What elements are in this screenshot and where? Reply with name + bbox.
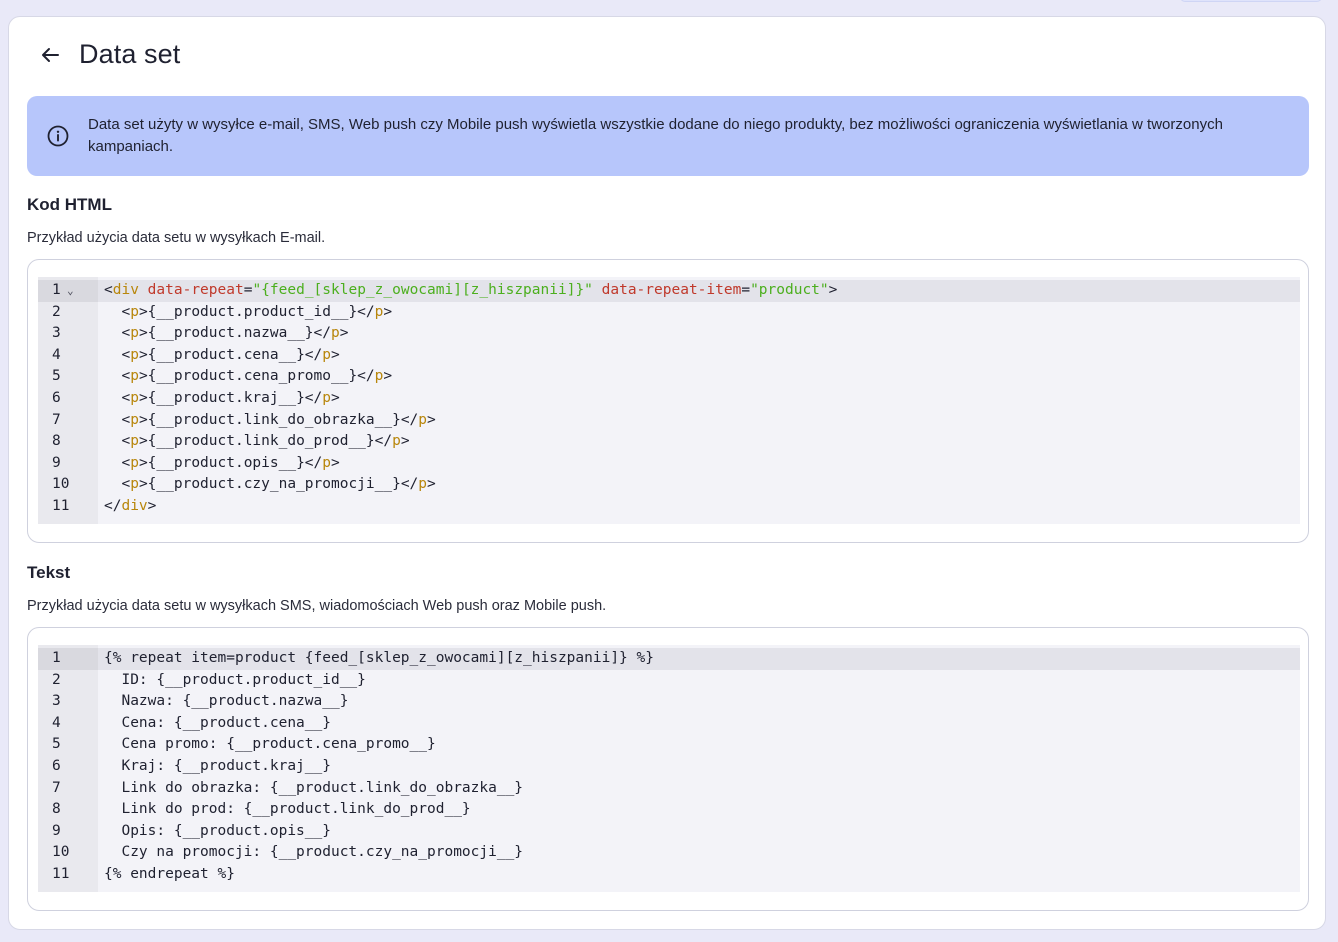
info-alert: Data set użyty w wysyłce e-mail, SMS, We… (27, 96, 1309, 176)
line-number: 1 (38, 648, 98, 670)
code-line[interactable]: {% repeat item=product {feed_[sklep_z_ow… (98, 648, 1300, 670)
line-number: 9 (52, 454, 61, 471)
html-section-description: Przykład użycia data setu w wysyłkach E-… (27, 230, 326, 246)
line-number: 6 (52, 389, 61, 406)
code-line[interactable]: Czy na promocji: {__product.czy_na_promo… (98, 842, 1300, 864)
code-line[interactable]: <p>{__product.cena__}</p> (98, 345, 1300, 367)
line-number: 1 ⌄ (38, 280, 98, 302)
line-number: 2 (52, 303, 61, 320)
line-number: 10 (52, 476, 70, 493)
line-number: 9 (52, 822, 61, 839)
code-line[interactable]: Nazwa: {__product.nazwa__} (98, 691, 1300, 713)
line-number: 11 (52, 865, 70, 882)
code-line[interactable]: Opis: {__product.opis__} (98, 821, 1300, 843)
line-number: 8 (52, 433, 61, 450)
code-line[interactable]: <p>{__product.opis__}</p> (98, 453, 1300, 475)
code-line[interactable]: <div data-repeat="{feed_[sklep_z_owocami… (98, 280, 1300, 302)
line-number: 2 (52, 671, 61, 688)
line-number: 7 (52, 411, 61, 428)
text-section-description: Przykład użycia data setu w wysyłkach SM… (27, 598, 607, 614)
line-number: 11 (52, 497, 70, 514)
info-text: Data set użyty w wysyłce e-mail, SMS, We… (88, 116, 1223, 155)
line-number: 3 (52, 693, 61, 710)
arrow-left-icon (42, 47, 59, 62)
back-button[interactable] (37, 42, 63, 68)
code-line[interactable]: {% endrepeat %} (98, 864, 1300, 886)
line-number: 7 (52, 779, 61, 796)
line-number: 3 (52, 325, 61, 342)
line-number: 10 (52, 844, 70, 861)
html-section-title: Kod HTML (27, 195, 112, 214)
line-number-gutter: 1 ⌄ 2 3 4 5 6 7 8 9 10 11 (38, 277, 98, 524)
line-number-gutter: 1 2 3 4 5 6 7 8 9 10 11 (38, 645, 98, 892)
line-number: 5 (52, 736, 61, 753)
code-line[interactable]: <p>{__product.link_do_obrazka__}</p> (98, 410, 1300, 432)
line-number: 4 (52, 714, 61, 731)
code-line[interactable]: <p>{__product.link_do_prod__}</p> (98, 431, 1300, 453)
info-circle-icon (47, 125, 69, 147)
chevron-down-icon[interactable]: ⌄ (67, 280, 74, 302)
code-lines[interactable]: <div data-repeat="{feed_[sklep_z_owocami… (98, 277, 1300, 524)
html-code-editor[interactable]: 1 ⌄ 2 3 4 5 6 7 8 9 10 11 <div data-repeat="{feed_[… (27, 259, 1309, 543)
page-header: Data set (37, 39, 180, 70)
line-number: 4 (52, 346, 61, 363)
code-line[interactable]: Link do prod: {__product.link_do_prod__} (98, 799, 1300, 821)
data-set-card: Data set Data set użyty w wysyłce e-mail… (8, 16, 1326, 930)
text-section-title: Tekst (27, 563, 71, 582)
code-line[interactable]: ID: {__product.product_id__} (98, 670, 1300, 692)
code-line[interactable]: Cena: {__product.cena__} (98, 713, 1300, 735)
code-line[interactable]: <p>{__product.kraj__}</p> (98, 388, 1300, 410)
line-number: 8 (52, 801, 61, 818)
page-title: Data set (79, 39, 181, 69)
code-line[interactable]: Link do obrazka: {__product.link_do_obra… (98, 778, 1300, 800)
code-line[interactable]: Cena promo: {__product.cena_promo__} (98, 734, 1300, 756)
code-line[interactable]: </div> (98, 496, 1300, 518)
code-line[interactable]: <p>{__product.cena_promo__}</p> (98, 366, 1300, 388)
code-line[interactable]: Kraj: {__product.kraj__} (98, 756, 1300, 778)
code-lines[interactable]: {% repeat item=product {feed_[sklep_z_ow… (98, 645, 1300, 892)
text-code-editor[interactable]: 1 2 3 4 5 6 7 8 9 10 11 {% repeat item=product {fe… (27, 627, 1309, 911)
line-number: 5 (52, 368, 61, 385)
code-line[interactable]: <p>{__product.czy_na_promocji__}</p> (98, 474, 1300, 496)
code-line[interactable]: <p>{__product.product_id__}</p> (98, 302, 1300, 324)
code-line[interactable]: <p>{__product.nazwa__}</p> (98, 323, 1300, 345)
line-number: 6 (52, 757, 61, 774)
top-pill-button[interactable] (1180, 0, 1322, 2)
